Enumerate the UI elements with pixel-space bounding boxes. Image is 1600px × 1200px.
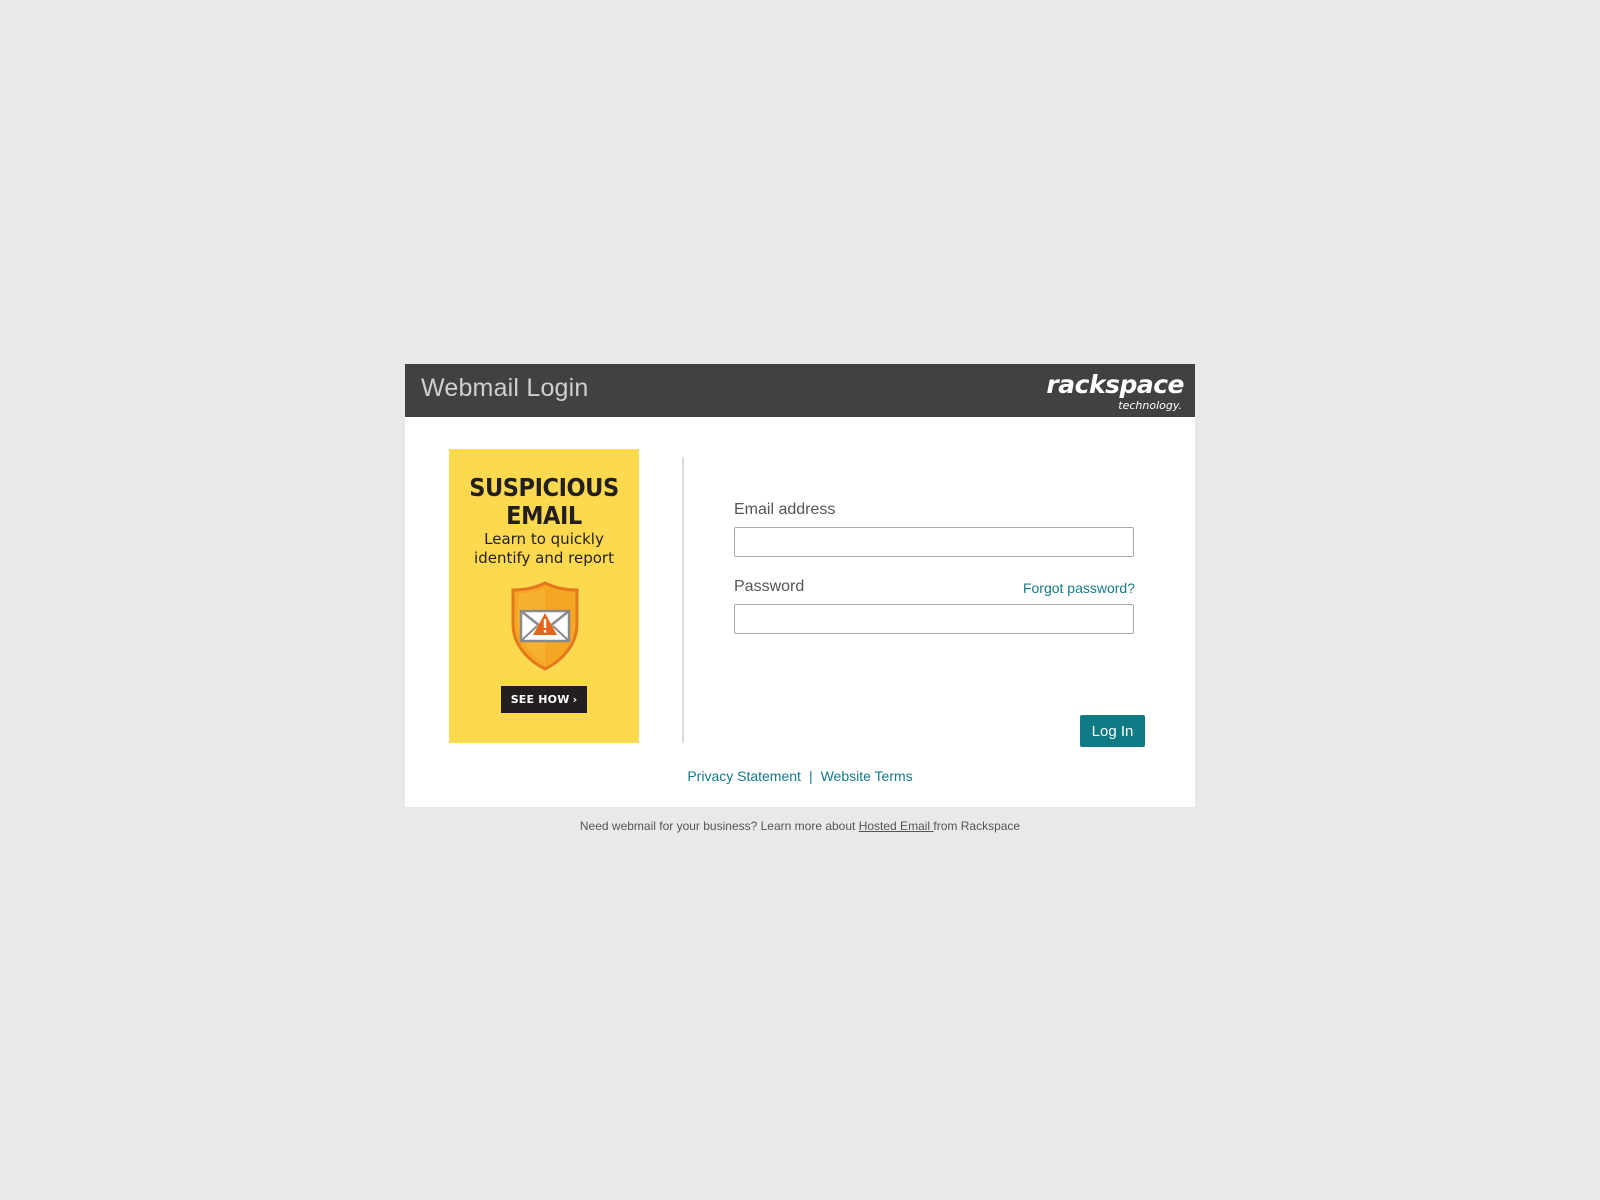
password-field[interactable] <box>734 604 1134 634</box>
login-header: Webmail Login rackspace technology. <box>405 364 1195 417</box>
page-title: Webmail Login <box>421 374 589 402</box>
legal-links: Privacy Statement | Website Terms <box>405 768 1195 784</box>
see-how-button[interactable]: SEE HOW › <box>501 686 587 713</box>
website-terms-link[interactable]: Website Terms <box>821 768 913 784</box>
forgot-password-link[interactable]: Forgot password? <box>1023 580 1135 596</box>
ad-sub-line2: identify and report <box>474 549 614 567</box>
chevron-right-icon: › <box>572 693 578 706</box>
shield-envelope-warning-icon <box>511 581 579 671</box>
footer-promo: Need webmail for your business? Learn mo… <box>0 819 1600 833</box>
ad-subheadline: Learn to quickly identify and report <box>449 530 639 568</box>
password-label: Password <box>734 578 805 595</box>
ad-headline-line1: SUSPICIOUS <box>469 473 619 502</box>
footer-text-after: from Rackspace <box>933 819 1021 833</box>
hosted-email-link[interactable]: Hosted Email <box>859 819 934 833</box>
logo-wordmark: rackspace <box>1046 370 1184 399</box>
see-how-label: SEE HOW <box>510 693 570 706</box>
logo-tagline: technology. <box>1118 399 1182 412</box>
log-in-button[interactable]: Log In <box>1080 715 1145 747</box>
email-field[interactable] <box>734 527 1134 557</box>
footer-text-before: Need webmail for your business? Learn mo… <box>579 819 859 833</box>
email-label: Email address <box>734 501 836 518</box>
ad-headline-line2: EMAIL <box>506 501 582 530</box>
suspicious-email-ad-banner[interactable]: SUSPICIOUS EMAIL Learn to quickly identi… <box>449 449 639 743</box>
ad-headline: SUSPICIOUS EMAIL <box>459 474 630 530</box>
privacy-statement-link[interactable]: Privacy Statement <box>687 768 801 784</box>
login-card: Webmail Login rackspace technology. SUSP… <box>405 364 1195 807</box>
link-separator: | <box>808 768 813 784</box>
rackspace-logo: rackspace technology. <box>1044 370 1184 414</box>
ad-sub-line1: Learn to quickly <box>484 530 604 548</box>
vertical-divider <box>682 457 684 743</box>
